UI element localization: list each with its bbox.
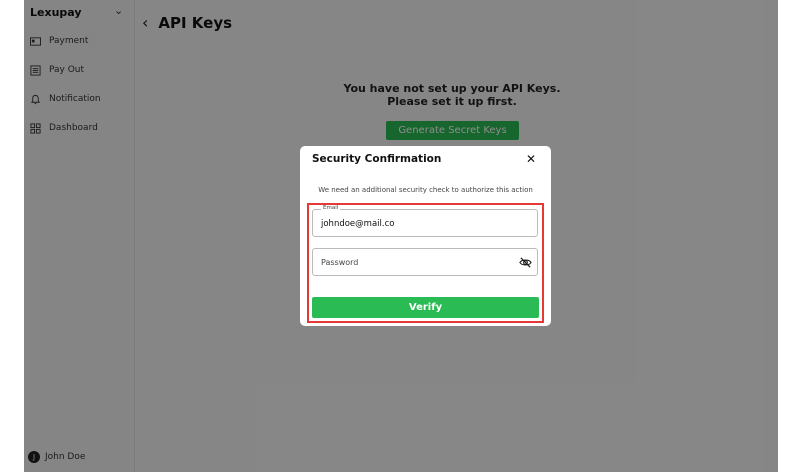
dialog-subtitle: We need an additional security check to … xyxy=(318,186,533,194)
close-icon[interactable]: ✕ xyxy=(526,152,536,166)
dialog-title: Security Confirmation xyxy=(312,153,442,165)
eye-off-icon[interactable] xyxy=(519,256,532,269)
email-value: johndoe@mail.co xyxy=(321,219,395,229)
password-placeholder: Password xyxy=(321,258,359,267)
password-field[interactable]: Password xyxy=(312,248,538,276)
email-field[interactable]: Email johndoe@mail.co xyxy=(312,205,538,237)
app-window: Lexupay ⌄ Payment Pay Out Notification D… xyxy=(24,0,778,472)
email-label: Email xyxy=(321,205,341,211)
verify-button[interactable]: Verify xyxy=(312,297,539,318)
security-confirmation-dialog: Security Confirmation ✕ We need an addit… xyxy=(300,146,551,326)
